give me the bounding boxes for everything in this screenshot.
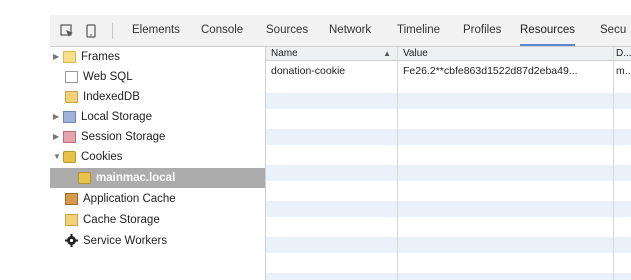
- disclosure-triangle-expanded-icon[interactable]: ▼: [53, 147, 61, 167]
- sidebar-item-label: Session Storage: [81, 131, 166, 143]
- storage-grid-icon: [63, 111, 76, 123]
- disclosure-triangle-icon[interactable]: ▶: [53, 47, 61, 67]
- table-row-empty: [266, 273, 631, 280]
- database-icon: [65, 91, 78, 103]
- table-row-empty: [266, 129, 631, 145]
- table-row-empty: [266, 165, 631, 181]
- table-row[interactable]: donation-cookie Fe26.2**cbfe863d1522d87d…: [266, 63, 631, 79]
- sidebar-item-label: Cookies: [81, 151, 123, 163]
- app-cache-icon: [65, 193, 78, 205]
- sidebar-item-label: Cache Storage: [83, 214, 160, 226]
- tab-sources[interactable]: Sources: [266, 15, 308, 46]
- tab-profiles[interactable]: Profiles: [463, 15, 501, 46]
- table-row-empty: [266, 201, 631, 217]
- sidebar-item-indexeddb[interactable]: IndexedDB: [50, 87, 265, 107]
- sidebar-item-web-sql[interactable]: Web SQL: [50, 67, 265, 87]
- sidebar-item-label: Service Workers: [83, 235, 168, 247]
- sidebar-item-mainmac-local[interactable]: mainmac.local: [50, 168, 265, 188]
- disclosure-triangle-icon[interactable]: ▶: [53, 127, 61, 147]
- cookie-domain-cell: m...: [616, 65, 631, 77]
- sidebar-item-service-workers[interactable]: Service Workers: [50, 231, 265, 251]
- database-icon: [65, 71, 78, 83]
- devtools-toolbar: Elements Console Sources Network Timelin…: [50, 15, 631, 47]
- cookie-icon: [78, 172, 91, 184]
- cookies-table: Name ▲ Value D... donation-cookie Fe26.2…: [266, 47, 631, 280]
- cookie-value-cell: Fe26.2**cbfe863d1522d87d2eba49...: [403, 65, 578, 77]
- storage-grid-icon: [63, 131, 76, 143]
- table-row-empty: [266, 93, 631, 109]
- sidebar-item-label: Local Storage: [81, 111, 152, 123]
- column-header-name[interactable]: Name ▲: [266, 47, 397, 60]
- device-mode-icon[interactable]: [84, 24, 98, 38]
- cookie-name-cell: donation-cookie: [271, 65, 346, 77]
- table-header: Name ▲ Value D...: [266, 47, 631, 61]
- sidebar-item-label: Frames: [81, 51, 120, 63]
- sidebar-item-session-storage[interactable]: ▶ Session Storage: [50, 127, 265, 147]
- tab-resources[interactable]: Resources: [520, 15, 575, 46]
- tab-timeline[interactable]: Timeline: [397, 15, 440, 46]
- sidebar-item-local-storage[interactable]: ▶ Local Storage: [50, 107, 265, 127]
- column-header-value[interactable]: Value: [398, 47, 613, 60]
- disclosure-triangle-icon[interactable]: ▶: [53, 107, 61, 127]
- sidebar-item-frames[interactable]: ▶ Frames: [50, 47, 265, 67]
- column-divider[interactable]: [613, 47, 614, 280]
- gear-icon: [65, 234, 78, 247]
- inspect-element-icon[interactable]: [60, 24, 74, 38]
- tab-network[interactable]: Network: [329, 15, 371, 46]
- sidebar-item-label: IndexedDB: [83, 91, 140, 103]
- sort-ascending-icon: ▲: [383, 49, 391, 58]
- resources-sidebar: ▶ Frames Web SQL IndexedDB ▶ Local Stora…: [50, 47, 266, 280]
- folder-icon: [63, 51, 76, 63]
- sidebar-item-cookies[interactable]: ▼ Cookies: [50, 147, 265, 167]
- cookie-icon: [63, 151, 76, 163]
- column-header-domain[interactable]: D...: [614, 47, 631, 60]
- sidebar-item-label: Web SQL: [83, 71, 133, 83]
- table-row-empty: [266, 237, 631, 253]
- sidebar-item-label: Application Cache: [83, 193, 176, 205]
- sidebar-item-label: mainmac.local: [96, 172, 176, 184]
- database-icon: [65, 214, 78, 226]
- sidebar-item-cache-storage[interactable]: Cache Storage: [50, 210, 265, 230]
- tab-console[interactable]: Console: [201, 15, 243, 46]
- column-header-label: Name: [271, 48, 298, 59]
- toolbar-separator: [112, 23, 113, 39]
- tab-security[interactable]: Secu: [600, 15, 626, 46]
- tab-elements[interactable]: Elements: [132, 15, 180, 46]
- column-divider[interactable]: [397, 47, 398, 280]
- sidebar-item-application-cache[interactable]: Application Cache: [50, 189, 265, 209]
